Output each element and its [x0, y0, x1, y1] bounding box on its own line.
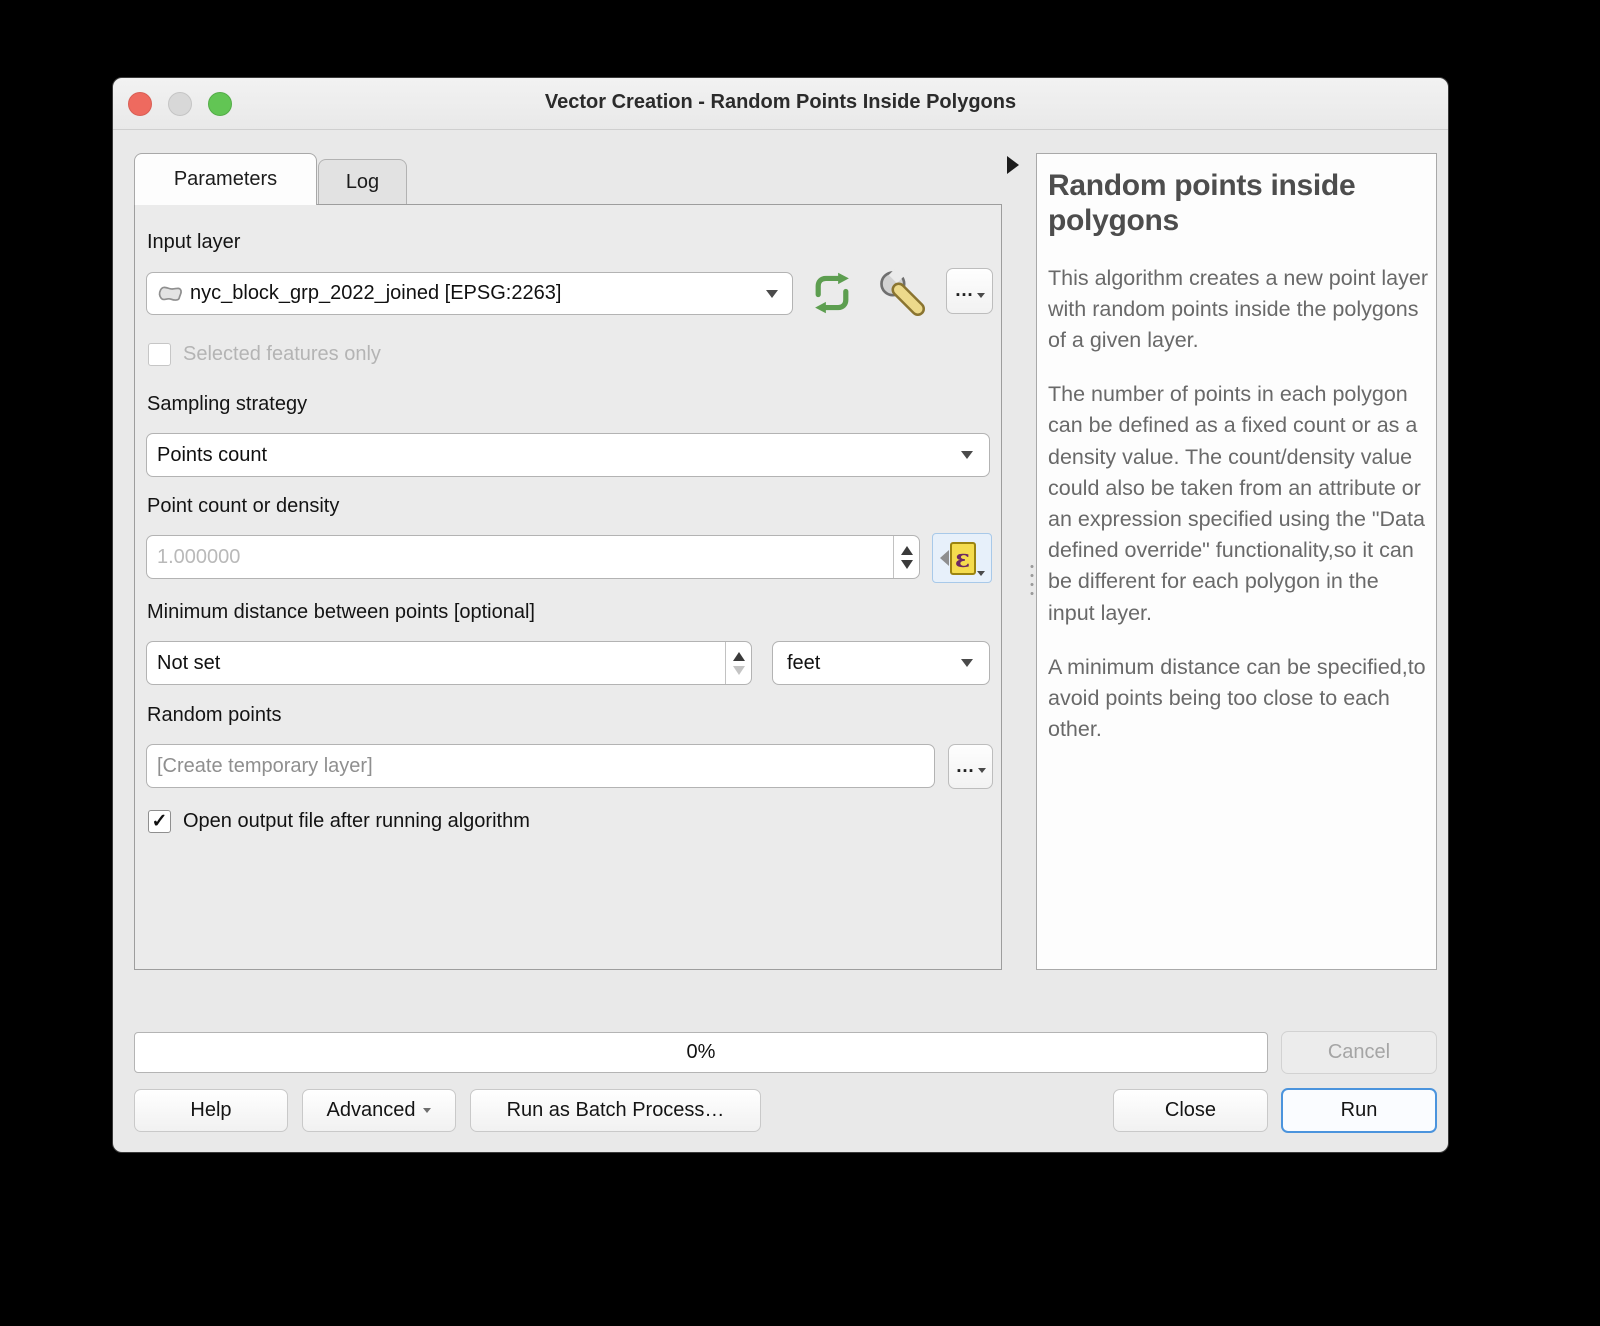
spinner-buttons[interactable]: [725, 642, 751, 684]
chevron-down-icon: [961, 659, 973, 667]
chevron-down-icon: [977, 768, 986, 773]
wrench-icon: [880, 268, 925, 316]
ellipsis-icon: …: [955, 755, 975, 777]
polygon-layer-icon: [157, 282, 184, 305]
help-label: Help: [190, 1099, 232, 1121]
progress-value: 0%: [686, 1041, 716, 1063]
help-paragraph: This algorithm creates a new point layer…: [1048, 265, 1429, 353]
chevron-down-icon: [961, 451, 973, 459]
input-layer-more-button[interactable]: …: [946, 268, 993, 314]
chevron-down-icon: [766, 289, 778, 298]
cancel-label: Cancel: [1327, 1041, 1391, 1063]
close-label: Close: [1164, 1099, 1217, 1121]
point-count-value: 1.000000: [157, 545, 241, 568]
chevron-down-icon: [976, 292, 985, 298]
random-points-label: Random points: [147, 704, 282, 726]
advanced-label: Advanced: [326, 1099, 416, 1121]
distance-unit-select[interactable]: feet: [772, 641, 990, 685]
sampling-strategy-value: Points count: [157, 443, 268, 466]
spin-up-icon[interactable]: [900, 545, 913, 555]
spin-up-icon[interactable]: [732, 651, 745, 661]
output-layer-more-button[interactable]: …: [948, 744, 993, 789]
open-output-checkbox[interactable]: ✓: [148, 810, 171, 833]
help-button[interactable]: Help: [134, 1089, 288, 1132]
help-paragraph: The number of points in each polygon can…: [1048, 382, 1425, 625]
window-title: Vector Creation - Random Points Inside P…: [544, 91, 1017, 113]
run-as-batch-button[interactable]: Run as Batch Process…: [470, 1089, 761, 1132]
chevron-down-icon: [423, 1108, 432, 1113]
chevron-down-icon: [976, 571, 985, 576]
collapse-help-arrow-icon[interactable]: [1007, 156, 1019, 174]
splitter-handle[interactable]: [1030, 562, 1034, 596]
min-distance-value: Not set: [157, 651, 221, 674]
dialog-window: Vector Creation - Random Points Inside P…: [112, 77, 1449, 1153]
input-layer-label: Input layer: [147, 231, 241, 253]
run-button[interactable]: Run: [1281, 1088, 1437, 1133]
input-layer-value: nyc_block_grp_2022_joined [EPSG:2263]: [190, 282, 562, 304]
triangle-left-icon: [939, 550, 949, 566]
advanced-options-button[interactable]: [873, 267, 931, 319]
spin-down-icon[interactable]: [900, 559, 913, 569]
point-count-spinbox[interactable]: 1.000000: [146, 535, 920, 579]
tab-parameters[interactable]: Parameters: [134, 153, 317, 205]
sampling-strategy-select[interactable]: Points count: [146, 433, 990, 477]
help-panel: Random points inside polygons This algor…: [1036, 153, 1437, 970]
advanced-button[interactable]: Advanced: [302, 1089, 456, 1132]
progress-bar: 0%: [134, 1032, 1268, 1073]
checkmark-icon: ✓: [151, 811, 168, 832]
parameters-panel: Input layer nyc_block_grp_2022_joined [E…: [134, 204, 1002, 970]
ellipsis-icon: …: [954, 280, 974, 301]
open-output-label: Open output file after running algorithm: [183, 810, 530, 832]
tab-log[interactable]: Log: [318, 159, 407, 205]
iterate-icon: [815, 272, 849, 314]
min-distance-label: Minimum distance between points [optiona…: [147, 601, 535, 623]
cancel-button: Cancel: [1281, 1031, 1437, 1074]
distance-unit-value: feet: [787, 651, 821, 674]
selected-features-checkbox-row: Selected features only: [148, 343, 381, 366]
point-count-label: Point count or density: [147, 495, 340, 517]
min-distance-spinbox[interactable]: Not set: [146, 641, 752, 685]
help-paragraph: A minimum distance can be specified,to a…: [1048, 654, 1426, 742]
close-button[interactable]: Close: [1113, 1089, 1268, 1132]
epsilon-icon: ε: [949, 541, 976, 575]
iterate-over-layer-button[interactable]: [806, 269, 858, 317]
sampling-strategy-label: Sampling strategy: [147, 393, 308, 415]
input-layer-select[interactable]: nyc_block_grp_2022_joined [EPSG:2263]: [146, 272, 793, 315]
spin-down-icon: [732, 665, 745, 675]
batch-label: Run as Batch Process…: [506, 1099, 725, 1121]
output-layer-placeholder: [Create temporary layer]: [157, 754, 373, 777]
title-bar[interactable]: Vector Creation - Random Points Inside P…: [113, 78, 1448, 130]
help-title: Random points inside polygons: [1048, 169, 1356, 238]
output-layer-input[interactable]: [Create temporary layer]: [146, 744, 935, 788]
data-defined-override-button[interactable]: ε: [932, 533, 992, 583]
selected-features-label: Selected features only: [183, 343, 381, 365]
selected-features-checkbox: [148, 343, 171, 366]
open-output-checkbox-row: ✓ Open output file after running algorit…: [148, 810, 530, 833]
run-label: Run: [1340, 1099, 1378, 1121]
spinner-buttons[interactable]: [893, 536, 919, 578]
